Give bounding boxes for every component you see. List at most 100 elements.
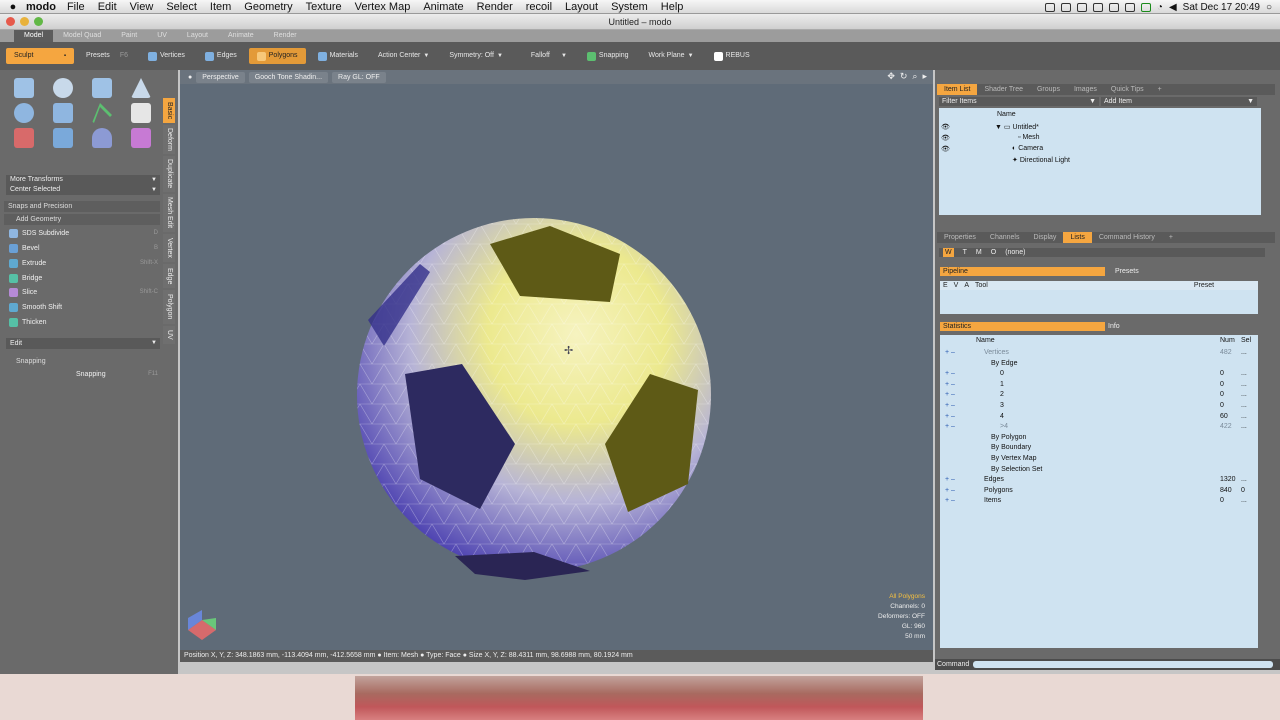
tool-bevel[interactable]: Bevel B (6, 242, 160, 255)
stat-row[interactable]: By Edge (940, 360, 1258, 370)
close-icon[interactable] (6, 17, 15, 26)
expand-plus-minus-icon[interactable]: + – (945, 349, 955, 356)
snapping-item[interactable]: Snapping F11 (6, 368, 160, 381)
expand-plus-minus-icon[interactable]: + – (945, 476, 955, 483)
vtab-polygon[interactable]: Polygon (163, 290, 175, 324)
filter-items-dropdown[interactable]: Filter Items ▼ (939, 97, 1099, 106)
center-selected-dropdown[interactable]: Center Selected ▼ (6, 185, 160, 195)
stat-row[interactable]: By Selection Set (940, 466, 1258, 476)
menu-file[interactable]: File (67, 1, 85, 13)
apple-icon[interactable]: ● (0, 1, 26, 13)
menu-select[interactable]: Select (166, 1, 197, 13)
expand-plus-minus-icon[interactable]: + – (945, 402, 955, 409)
stat-row[interactable]: + – 0 0... (940, 370, 1258, 380)
display-icon[interactable] (1124, 2, 1135, 12)
soccer-ball-mesh[interactable]: ✢ (180, 84, 933, 650)
mode-w-button[interactable]: W (943, 248, 954, 257)
stat-row[interactable]: By Boundary (940, 444, 1258, 454)
tool-slice[interactable]: Slice Shift-C (6, 286, 160, 299)
presets-button[interactable]: Presets F6 (78, 48, 136, 64)
battery-icon[interactable] (1140, 2, 1151, 12)
expand-plus-minus-icon[interactable]: + – (945, 391, 955, 398)
vertices-button[interactable]: Vertices (140, 48, 193, 64)
curve-icon[interactable] (92, 103, 112, 123)
tab-command-history[interactable]: Command History (1092, 232, 1162, 243)
zoom-icon[interactable]: ⌕ (912, 71, 917, 82)
item-tree[interactable] (939, 108, 1261, 215)
mode-m-button[interactable]: M (976, 248, 982, 257)
screen-record-icon[interactable] (1044, 2, 1055, 12)
stat-row[interactable]: By Vertex Map (940, 455, 1258, 465)
menu-view[interactable]: View (130, 1, 154, 13)
vtab-basic[interactable]: Basic (163, 98, 175, 123)
mode-t-button[interactable]: T (963, 248, 967, 257)
stat-row[interactable]: By Polygon (940, 434, 1258, 444)
menu-render[interactable]: Render (477, 1, 513, 13)
tool-extrude[interactable]: Extrude Shift-X (6, 257, 160, 270)
statistics-header[interactable]: Statistics (940, 322, 1105, 331)
eye-icon[interactable]: 👁 (941, 134, 950, 142)
presets-header[interactable]: Presets (1115, 268, 1139, 275)
stat-row[interactable]: + – Polygons 840 0 (940, 487, 1258, 497)
tab-item-list[interactable]: Item List (937, 84, 978, 95)
menu-texture[interactable]: Texture (306, 1, 342, 13)
tab-shader-tree[interactable]: Shader Tree (977, 84, 1030, 95)
menu-recoil[interactable]: recoil (526, 1, 552, 13)
add-tab-icon[interactable]: + (1162, 232, 1180, 243)
dropbox-icon[interactable] (1060, 2, 1071, 12)
tool-sds-subdivide[interactable]: SDS Subdivide D (6, 227, 160, 240)
cone-icon[interactable] (131, 78, 151, 98)
viewport-menu-icon[interactable]: ● (188, 74, 192, 81)
minimize-icon[interactable] (20, 17, 29, 26)
item-light[interactable]: ✦ Directional Light (1012, 156, 1070, 164)
tab-display[interactable]: Display (1026, 232, 1063, 243)
menu-edit[interactable]: Edit (98, 1, 117, 13)
expand-plus-minus-icon[interactable]: + – (945, 370, 955, 377)
view-dropdown[interactable]: Perspective (196, 71, 245, 83)
expand-plus-minus-icon[interactable]: + – (945, 497, 955, 504)
expand-plus-minus-icon[interactable]: + – (945, 381, 955, 388)
wifi-icon[interactable]: ◔ (1157, 2, 1163, 13)
cube-icon[interactable] (14, 78, 34, 98)
tab-model-quad[interactable]: Model Quad (53, 30, 111, 42)
stat-row[interactable]: + – Vertices 482... (940, 349, 1258, 359)
polygons-button[interactable]: Polygons (248, 48, 306, 64)
axis-gizmo-icon[interactable] (188, 610, 216, 640)
stat-row[interactable]: + – 4 60... (940, 413, 1258, 423)
clock[interactable]: Sat Dec 17 20:49 (1183, 2, 1260, 13)
add-geometry-section[interactable]: Add Geometry (4, 214, 160, 225)
snapping-section[interactable]: Snapping (4, 356, 160, 367)
orbit-icon[interactable]: ↻ (900, 71, 908, 82)
tab-images[interactable]: Images (1067, 84, 1104, 95)
volume-icon[interactable]: ◀ (1169, 2, 1177, 13)
stat-row[interactable]: + – 3 0... (940, 402, 1258, 412)
materials-button[interactable]: Materials (310, 48, 366, 64)
pipeline-header[interactable]: Pipeline (940, 267, 1105, 276)
pen-icon[interactable] (53, 103, 73, 123)
tool-bridge[interactable]: Bridge (6, 272, 160, 285)
expand-plus-minus-icon[interactable]: + – (945, 423, 955, 430)
search-icon[interactable]: ○ (1266, 2, 1272, 13)
menu-help[interactable]: Help (661, 1, 684, 13)
symmetry-dropdown[interactable]: Symmetry: Off ▼ (441, 48, 511, 64)
menu-vertex-map[interactable]: Vertex Map (355, 1, 411, 13)
tab-lists[interactable]: Lists (1063, 232, 1092, 243)
command-input[interactable] (973, 661, 1273, 668)
tool-thicken[interactable]: Thicken (6, 316, 160, 329)
add-tab-icon[interactable]: + (1151, 84, 1169, 95)
vtab-edge[interactable]: Edge (163, 264, 175, 288)
info-header[interactable]: Info (1108, 323, 1120, 330)
raygl-toggle[interactable]: Ray GL: OFF (332, 71, 386, 83)
tab-uv[interactable]: UV (147, 30, 177, 42)
tab-channels[interactable]: Channels (983, 232, 1027, 243)
stat-row[interactable]: + – Items 0... (940, 497, 1258, 507)
tab-animate[interactable]: Animate (218, 30, 264, 42)
tab-quick-tips[interactable]: Quick Tips (1104, 84, 1151, 95)
item-mesh[interactable]: ▫ Mesh (1018, 134, 1040, 141)
sphere-icon[interactable] (53, 78, 73, 98)
stat-row[interactable]: + – >4 422... (940, 423, 1258, 433)
expand-plus-minus-icon[interactable]: + – (945, 487, 955, 494)
tab-paint[interactable]: Paint (111, 30, 147, 42)
grid-icon[interactable] (1108, 2, 1119, 12)
stat-row[interactable]: + – 1 0... (940, 381, 1258, 391)
